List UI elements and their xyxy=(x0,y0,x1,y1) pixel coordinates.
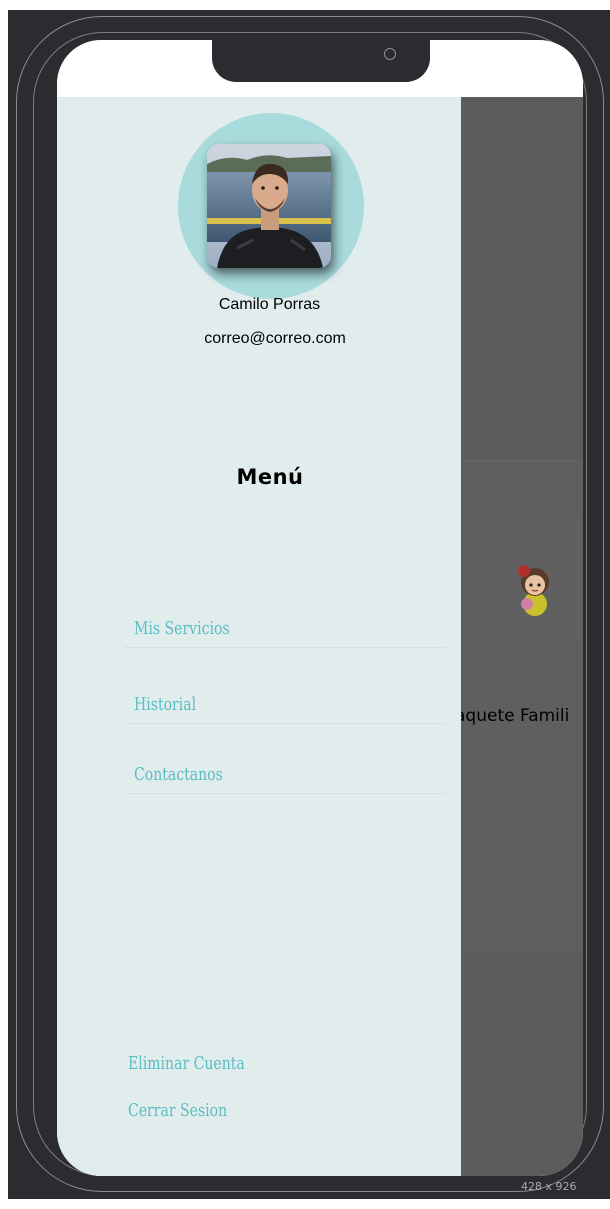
avatar[interactable] xyxy=(207,144,331,268)
user-email: correo@correo.com xyxy=(204,330,346,347)
package-thumbnail xyxy=(471,514,581,644)
side-drawer: Camilo Porras correo@correo.com Menú Mis… xyxy=(57,97,461,1176)
device-size-label: 428 x 926 xyxy=(521,1180,577,1193)
logout-link[interactable]: Cerrar Sesion xyxy=(128,1100,227,1121)
menu-item-label: Historial xyxy=(134,694,197,715)
user-name: Camilo Porras xyxy=(218,296,321,313)
background-package-card[interactable]: aquete Famili xyxy=(455,460,583,954)
camera-icon xyxy=(384,48,396,60)
phone-screen: aquete Famili Camilo Porras correo@corre… xyxy=(57,40,583,1176)
avatar-photo xyxy=(207,144,331,268)
menu-item-historial[interactable]: Historial xyxy=(124,654,446,724)
background-overlay[interactable]: aquete Famili xyxy=(455,97,583,1176)
delete-account-link[interactable]: Eliminar Cuenta xyxy=(128,1053,245,1074)
family-illustration-icon xyxy=(518,565,549,616)
menu-item-contactanos[interactable]: Contactanos xyxy=(124,724,446,794)
menu-item-mis-servicios[interactable]: Mis Servicios xyxy=(124,578,446,648)
menu-item-label: Mis Servicios xyxy=(134,618,230,639)
phone-notch xyxy=(212,40,430,82)
package-card-title: aquete Famili xyxy=(455,706,570,726)
menu-title: Menú xyxy=(236,465,304,489)
menu-item-label: Contactanos xyxy=(134,764,223,785)
